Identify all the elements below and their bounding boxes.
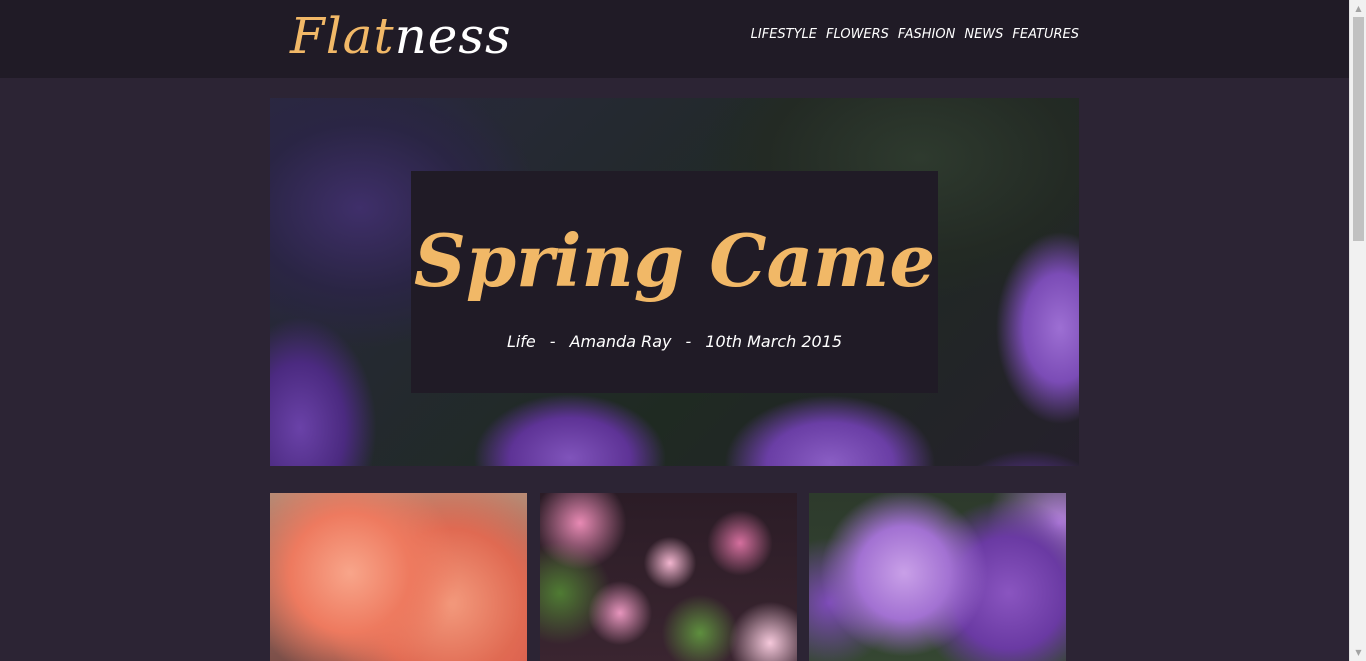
logo-part-ness: ness xyxy=(394,7,512,65)
post-category[interactable]: Life xyxy=(507,331,536,353)
hero-meta: Life - Amanda Ray - 10th March 2015 xyxy=(411,331,938,353)
scroll-down-arrow-icon[interactable]: ▼ xyxy=(1350,644,1366,661)
main-nav: LIFESTYLE FLOWERS FASHION NEWS FEATURES xyxy=(751,25,1079,45)
logo-part-flat: Flat xyxy=(290,7,395,65)
post-date: 10th March 2015 xyxy=(705,332,843,351)
vertical-scrollbar[interactable]: ▲ ▼ xyxy=(1349,0,1366,661)
nav-item-features[interactable]: FEATURES xyxy=(1012,25,1079,45)
post-thumbnail-orange-flowers[interactable] xyxy=(270,493,527,661)
post-thumbnail-pink-blossoms[interactable] xyxy=(540,493,797,661)
site-logo[interactable]: Flatness xyxy=(290,6,512,66)
nav-item-flowers[interactable]: FLOWERS xyxy=(826,25,889,45)
scrollbar-thumb[interactable] xyxy=(1353,17,1364,241)
nav-item-lifestyle[interactable]: LIFESTYLE xyxy=(751,25,817,45)
hero-title[interactable]: Spring Came xyxy=(411,211,938,311)
post-author[interactable]: Amanda Ray xyxy=(570,331,672,353)
site-header: Flatness LIFESTYLE FLOWERS FASHION NEWS … xyxy=(0,0,1349,78)
meta-separator: - xyxy=(685,332,692,351)
scroll-up-arrow-icon[interactable]: ▲ xyxy=(1350,0,1366,17)
nav-item-news[interactable]: NEWS xyxy=(964,25,1003,45)
hero-title-panel: Spring Came Life - Amanda Ray - 10th Mar… xyxy=(411,171,938,393)
nav-item-fashion[interactable]: FASHION xyxy=(898,25,955,45)
hero-banner[interactable]: Spring Came Life - Amanda Ray - 10th Mar… xyxy=(270,98,1079,466)
meta-separator: - xyxy=(549,332,556,351)
page: Flatness LIFESTYLE FLOWERS FASHION NEWS … xyxy=(0,0,1366,661)
post-thumbnail-purple-petunias[interactable] xyxy=(809,493,1066,661)
